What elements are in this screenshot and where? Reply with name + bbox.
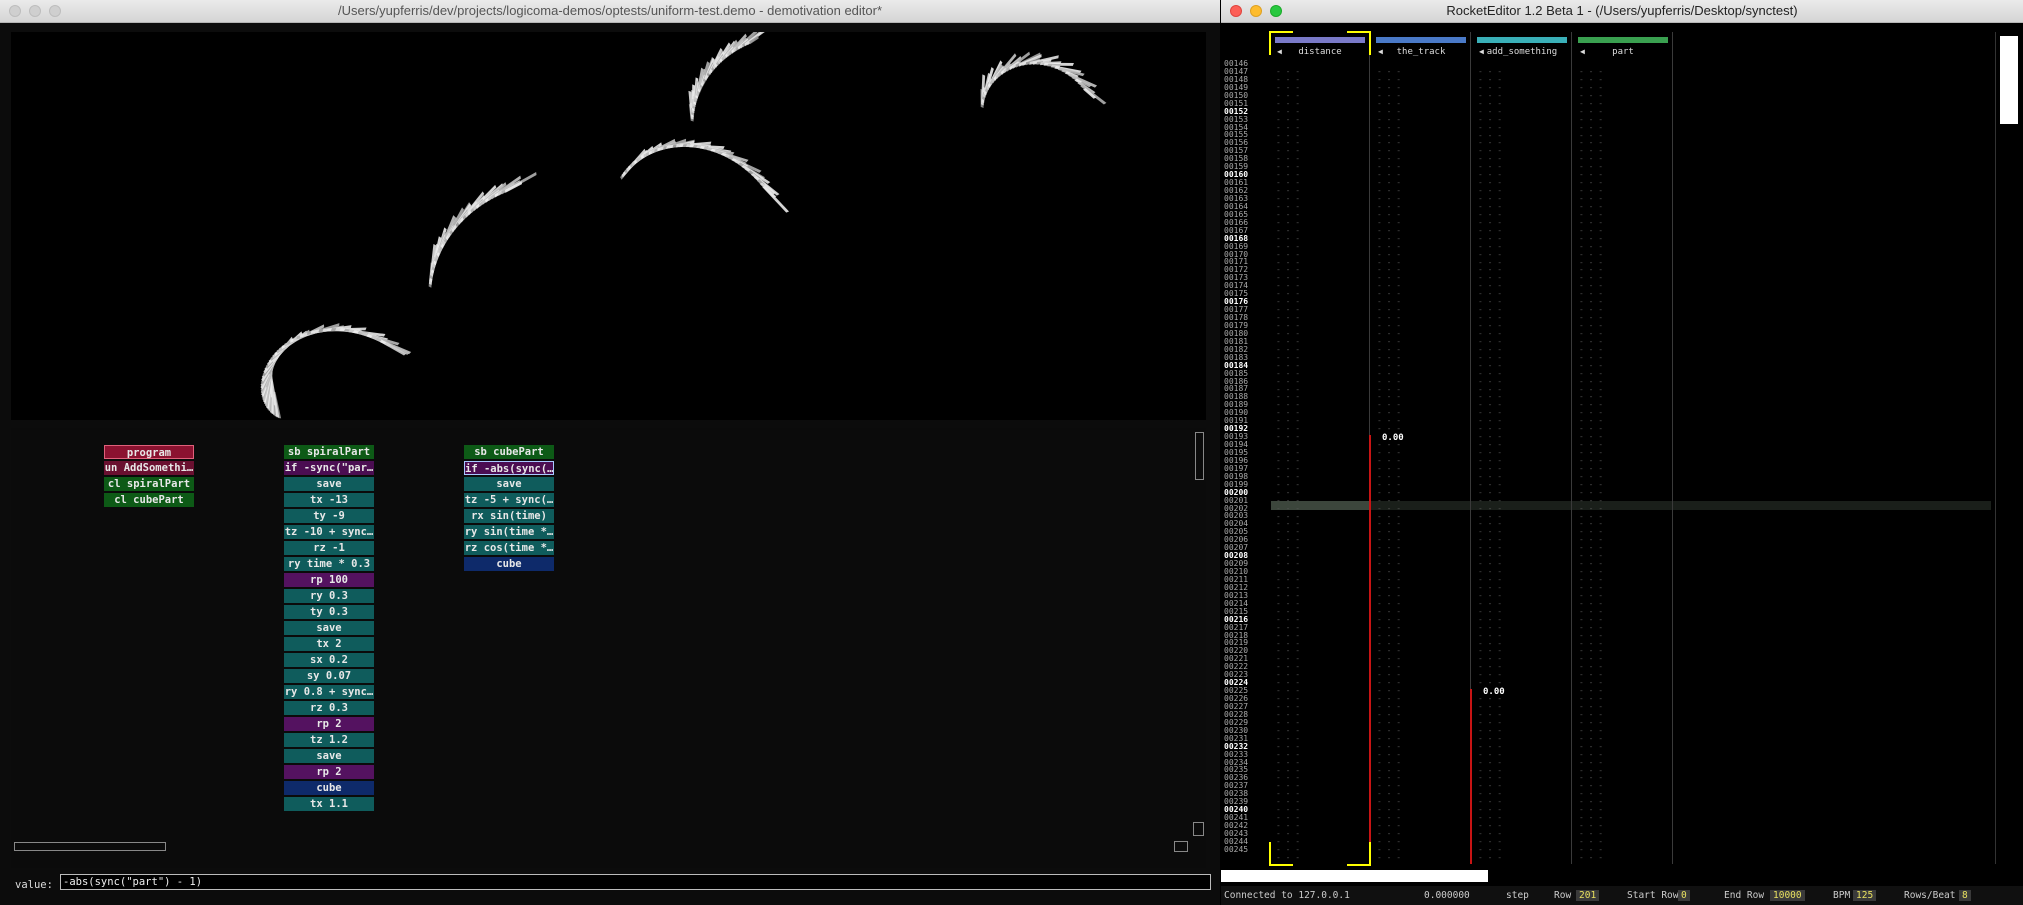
track-name: add_something [1486, 47, 1558, 57]
graph-node[interactable]: save [284, 477, 374, 491]
graph-horizontal-scrollbar[interactable] [14, 842, 166, 851]
graph-node[interactable]: ry sin(time *… [464, 525, 554, 539]
track-color-bar [1578, 37, 1668, 43]
value-input[interactable] [60, 874, 1211, 890]
graph-node[interactable]: rz 0.3 [284, 701, 374, 715]
rows-per-beat-value[interactable]: 8 [1959, 890, 1971, 901]
selection-corner [1269, 842, 1293, 866]
graph-node[interactable]: ty -9 [284, 509, 374, 523]
graph-node[interactable]: if -sync("par… [284, 461, 374, 475]
track-cells[interactable]: - - -- - -- - -- - -- - -- - -- - -- - -… [1579, 68, 1609, 862]
rocket-input-field[interactable] [1221, 870, 1488, 882]
end-row-label: End Row [1724, 890, 1765, 901]
graph-node[interactable]: un AddSomethi… [104, 461, 194, 475]
selection-corner [1269, 31, 1293, 55]
end-row-value[interactable]: 10000 [1770, 890, 1805, 901]
key-value[interactable]: 0.00 [1382, 433, 1404, 443]
graph-node[interactable]: tx 2 [284, 637, 374, 651]
selection-corner [1347, 842, 1371, 866]
graph-node[interactable]: cube [284, 781, 374, 795]
graph-node[interactable]: rp 2 [284, 765, 374, 779]
step-label: step [1506, 890, 1529, 901]
start-row-label: Start Row [1627, 890, 1679, 901]
graph-node[interactable]: save [284, 621, 374, 635]
graph-node[interactable]: rp 2 [284, 717, 374, 731]
demotivation-editor-window: /Users/yupferris/dev/projects/logicoma-d… [0, 0, 1220, 905]
graph-node[interactable]: ty 0.3 [284, 605, 374, 619]
track-color-bar [1376, 37, 1466, 43]
rows-per-beat-label: Rows/Beat [1904, 890, 1956, 901]
track-cell[interactable]: - - - [1579, 853, 1609, 862]
graph-node[interactable]: cl spiralPart [104, 477, 194, 491]
graph-column-spiral: sb spiralPart if -sync("par… save tx -13 ty … [284, 445, 374, 813]
graph-node[interactable]: cl cubePart [104, 493, 194, 507]
track-cell[interactable]: - - - [1478, 853, 1508, 862]
row-value[interactable]: 201 [1576, 890, 1600, 901]
window-title: /Users/yupferris/dev/projects/logicoma-d… [337, 3, 883, 18]
track-the_track[interactable]: ◀ the_track - - -- - -- - -- - -- - -- - -… [1369, 32, 1471, 864]
titlebar[interactable]: RocketEditor 1.2 Beta 1 - (/Users/yupfer… [1221, 0, 2023, 23]
graph-column-program: program un AddSomethi… cl spiralPart cl cub… [104, 445, 194, 509]
graph-node[interactable]: rp 100 [284, 573, 374, 587]
track-cells[interactable]: - - -- - -- - -- - -- - -- - -- - -- - -… [1478, 68, 1508, 862]
graph-node[interactable]: ry time * 0.3 [284, 557, 374, 571]
graph-node[interactable]: ry 0.8 + sync… [284, 685, 374, 699]
interpolation-line [1369, 434, 1371, 864]
graph-node[interactable]: if -abs(sync(… [464, 461, 554, 475]
key-value[interactable]: 0.00 [1483, 687, 1505, 697]
row-number: 00245 [1224, 844, 1249, 854]
value-label: value: [15, 879, 53, 891]
selection-corner [1347, 31, 1371, 55]
track-cell[interactable]: - - - [1377, 853, 1407, 862]
window-title: RocketEditor 1.2 Beta 1 - (/Users/yupfer… [1446, 3, 1798, 18]
corner-handle-icon[interactable] [1174, 841, 1188, 852]
graph-node[interactable]: save [284, 749, 374, 763]
graph-node[interactable]: cube [464, 557, 554, 571]
titlebar[interactable]: /Users/yupferris/dev/projects/logicoma-d… [0, 0, 1220, 23]
graph-node[interactable]: sx 0.2 [284, 653, 374, 667]
graph-node[interactable]: sy 0.07 [284, 669, 374, 683]
track-part[interactable]: ◀ part - - -- - -- - -- - -- - -- - -- - -… [1574, 32, 1673, 864]
track-cells[interactable]: - - -- - -- - -- - -- - -- - -- - -- - -… [1276, 68, 1306, 862]
track-cells[interactable]: - - -- - -- - -- - -- - -- - -- - -- - -… [1377, 68, 1407, 862]
graph-node[interactable]: rz -1 [284, 541, 374, 555]
graph-node[interactable]: save [464, 477, 554, 491]
track-distance[interactable]: ◀ distance - - -- - -- - -- - -- - -- - --… [1271, 32, 1370, 864]
graph-node[interactable]: tx -13 [284, 493, 374, 507]
render-scene [260, 28, 1107, 419]
graph-node[interactable]: sb cubePart [464, 445, 554, 459]
graph-node[interactable]: sb spiralPart [284, 445, 374, 459]
track-color-bar [1477, 37, 1567, 43]
corner-handle-icon[interactable] [1193, 822, 1204, 836]
graph-node[interactable]: tx 1.1 [284, 797, 374, 811]
track-area-edge [1995, 32, 1996, 864]
interpolation-line [1470, 689, 1472, 864]
track-name: the_track [1396, 47, 1446, 57]
row-number-column: 00146 00147 00148 00149 00150 00151 00152 00153… [1224, 60, 1266, 854]
graph-node[interactable]: program [104, 445, 194, 459]
start-row-value[interactable]: 0 [1678, 890, 1690, 901]
time-readout: 0.000000 [1424, 890, 1470, 901]
track-scrollbar[interactable] [2000, 36, 2018, 124]
graph-node[interactable]: rz cos(time *… [464, 541, 554, 555]
graph-node[interactable]: tz -10 + sync… [284, 525, 374, 539]
row-label: Row [1554, 890, 1572, 901]
node-graph[interactable]: program un AddSomethi… cl spiralPart cl cub… [11, 428, 1206, 868]
graph-node[interactable]: rx sin(time) [464, 509, 554, 523]
track-name: part [1612, 47, 1634, 57]
status-bar: Connected to 127.0.0.1 0.000000 step Row… [1221, 886, 2023, 905]
bpm-label: BPM [1833, 890, 1851, 901]
track-add_something[interactable]: ◀ add_something - - -- - -- - -- - -- - --… [1470, 32, 1572, 864]
graph-node[interactable]: tz -5 + sync(… [464, 493, 554, 507]
bpm-value[interactable]: 125 [1853, 890, 1877, 901]
connection-status: Connected to 127.0.0.1 [1224, 890, 1350, 901]
graph-vertical-scrollbar[interactable] [1195, 432, 1204, 480]
value-bar: value: [0, 872, 1220, 902]
track-cell[interactable]: - - - [1478, 679, 1508, 687]
graph-node[interactable]: ry 0.3 [284, 589, 374, 603]
graph-node[interactable]: tz 1.2 [284, 733, 374, 747]
graph-column-cube: sb cubePart if -abs(sync(… save tz -5 + syn… [464, 445, 554, 573]
render-viewport[interactable] [11, 28, 1206, 420]
